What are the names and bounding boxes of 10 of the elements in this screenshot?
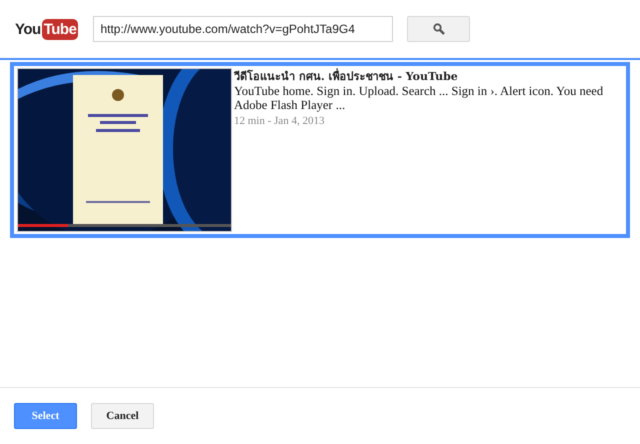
result-meta: 12 min - Jan 4, 2013 <box>234 114 326 128</box>
cancel-button[interactable]: Cancel <box>91 403 154 429</box>
search-icon <box>432 23 445 35</box>
result-title[interactable]: วีดีโอแนะนำ กศน. เพื่อประชาชน - YouTube <box>234 70 623 84</box>
logo-text: You <box>15 20 41 38</box>
search-button[interactable] <box>407 16 470 42</box>
url-field[interactable]: http://www.youtube.com/watch?v=gPohtJTa9G4 <box>93 16 394 42</box>
result-card[interactable]: วีดีโอแนะนำ กศน. เพื่อประชาชน - YouTube YouTube home. Sign in. Upload. Search ... Sign in ›. Alert icon. You need Adobe Flash Player ... 12 min - Jan 4, 2013 <box>10 62 630 238</box>
result-snippet: YouTube home. Sign in. Upload. Search ... Sign in ›. Alert icon. You need Adobe Flash Player ... <box>234 84 604 112</box>
logo-badge: Tube <box>42 18 78 40</box>
